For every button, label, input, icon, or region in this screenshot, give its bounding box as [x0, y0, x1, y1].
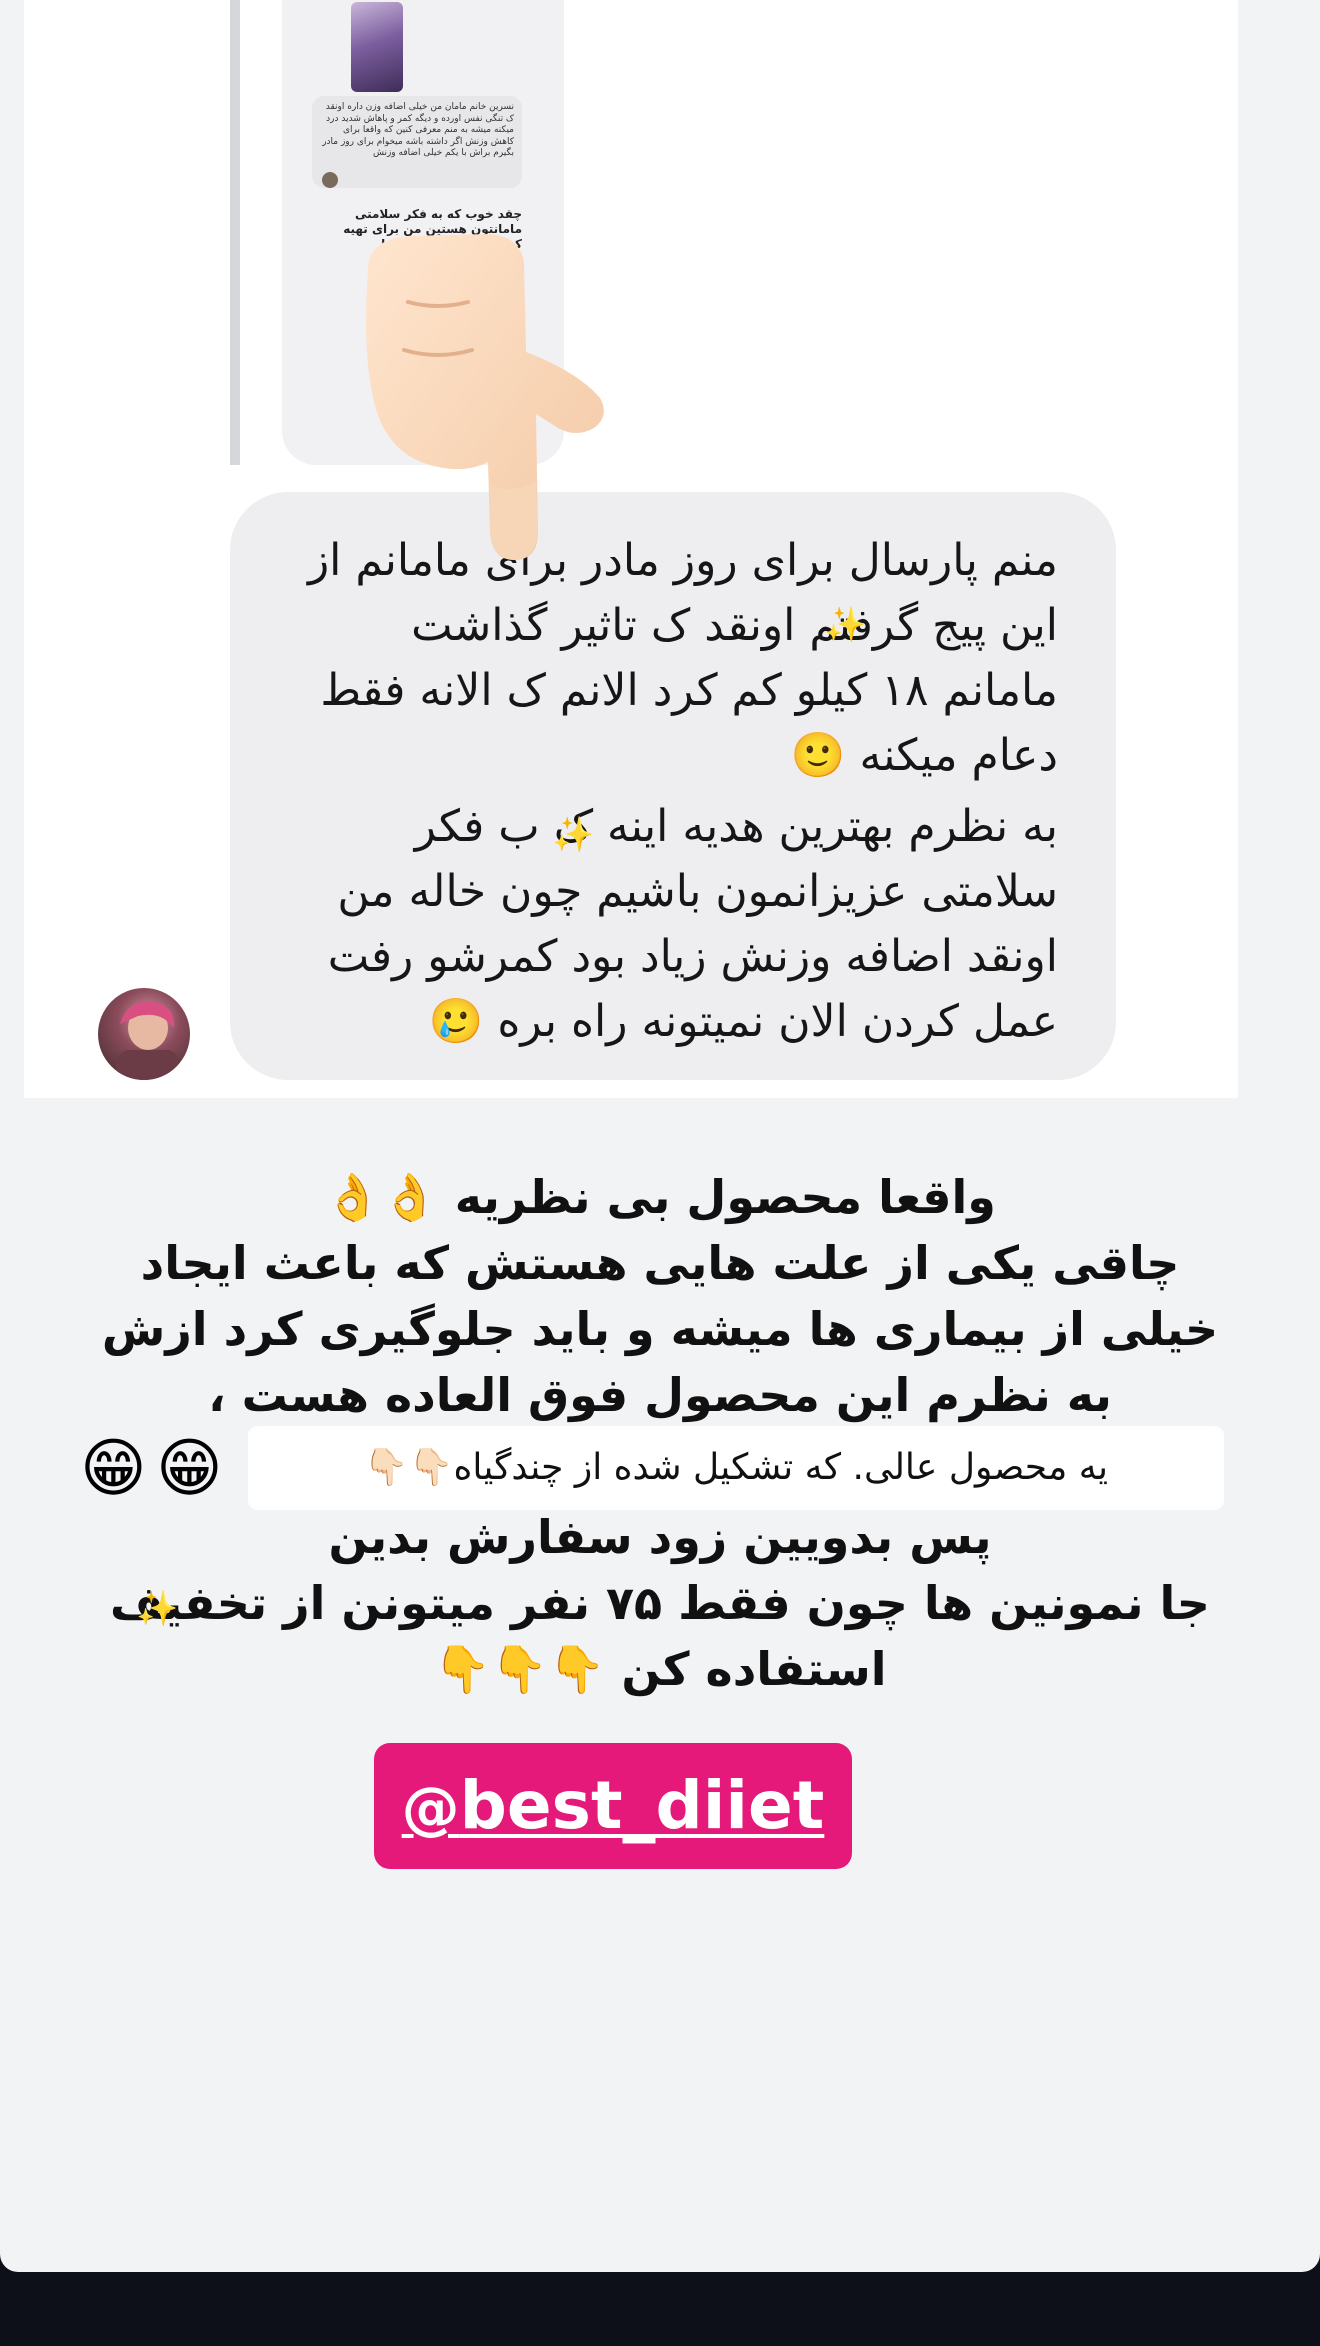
caption-line: به نظرم این محصول فوق العاده هست ،: [208, 1368, 1112, 1422]
mention-sticker[interactable]: @best_diiet: [374, 1743, 852, 1869]
comment-line: به نظرم بهترین هدیه اینه ک ب فکر: [414, 801, 1058, 852]
caption-text-continued: پس بدویین زود سفارش بدین جا نمونین ها چو…: [20, 1504, 1300, 1702]
sparkle-icon: ✨: [552, 815, 595, 855]
comment-line: دعام میکنه 🙂: [790, 730, 1058, 781]
comment-line: مامانم ۱۸ کیلو کم کرد الانم ک الانه فقط: [320, 665, 1058, 716]
comment-line: سلامتی عزیزانمون باشیم چون خاله من: [337, 866, 1058, 917]
caption-line: چاقی یکی از علت هایی هستش که باعث ایجاد: [140, 1236, 1180, 1290]
sparkle-icon: ✨: [136, 1589, 179, 1629]
nested-reply-avatar: [322, 172, 338, 188]
comment-line: این پیج گرفتم اونقد ک تاثیر گذاشت: [411, 600, 1058, 651]
caption-line: پس بدویین زود سفارش بدین: [328, 1510, 992, 1564]
nested-reply-bubble: نسرین خانم مامان من خیلی اضافه وزن داره …: [312, 96, 522, 188]
mention-handle: best_diiet: [459, 1767, 825, 1844]
grin-emoji: 😁: [156, 1432, 223, 1506]
sparkle-icon: ✨: [824, 605, 867, 645]
comment-screenshot: نسرین خانم مامان من خیلی اضافه وزن داره …: [24, 0, 1238, 1098]
caption-line: استفاده کن 👇👇👇: [433, 1642, 887, 1696]
caption-text: واقعا محصول بی نظریه 👌👌 چاقی یکی از علت …: [20, 1164, 1300, 1428]
caption-line: خیلی از بیماری ها میشه و باید جلوگیری کر…: [101, 1302, 1219, 1356]
at-icon: @: [401, 1774, 460, 1842]
main-comment-bubble: منم پارسال برای روز مادر برای مامانم از …: [230, 492, 1116, 1080]
bottom-bar: [0, 2272, 1320, 2346]
highlight-strip: یه محصول عالی. که تشکیل شده از چندگیاه👇🏻…: [248, 1426, 1224, 1510]
comment-line: عمل کردن الان نمیتونه راه بره 🥲: [428, 996, 1058, 1047]
nested-reply-photo: [351, 2, 403, 92]
caption-line: واقعا محصول بی نظریه 👌👌: [324, 1170, 996, 1224]
caption-line: جا نمونین ها چون فقط ۷۵ نفر میتونن از تخ…: [110, 1576, 1210, 1630]
thread-line: [230, 0, 240, 465]
comment-line: اونقد اضافه وزنش زیاد بود کمرشو رفت: [327, 931, 1058, 982]
user-avatar: [98, 988, 190, 1080]
pointing-hand-sticker: [366, 234, 604, 560]
story-canvas: نسرین خانم مامان من خیلی اضافه وزن داره …: [0, 0, 1320, 2272]
grin-emoji: 😁: [80, 1432, 147, 1506]
